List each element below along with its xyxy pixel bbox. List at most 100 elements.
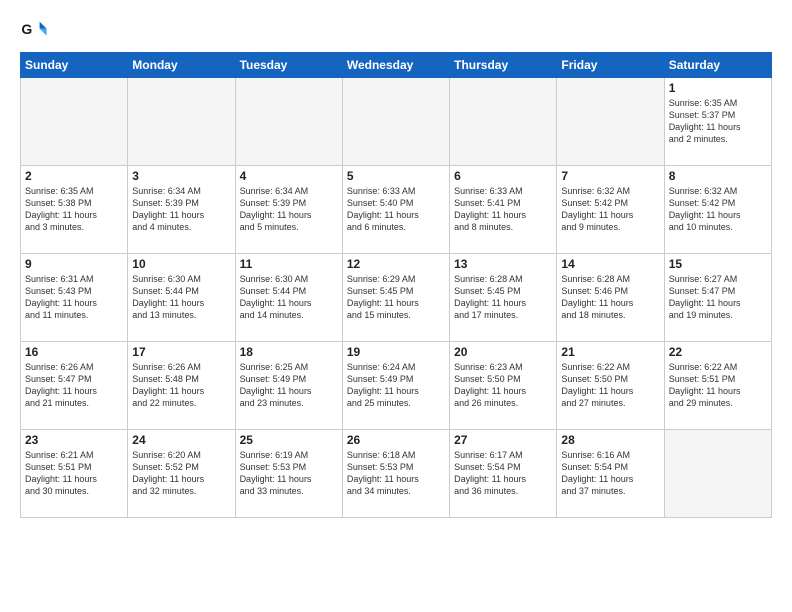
day-info: Sunrise: 6:26 AM Sunset: 5:47 PM Dayligh… <box>25 361 123 410</box>
calendar-cell: 3Sunrise: 6:34 AM Sunset: 5:39 PM Daylig… <box>128 166 235 254</box>
day-info: Sunrise: 6:31 AM Sunset: 5:43 PM Dayligh… <box>25 273 123 322</box>
day-info: Sunrise: 6:16 AM Sunset: 5:54 PM Dayligh… <box>561 449 659 498</box>
day-number: 4 <box>240 169 338 183</box>
calendar-cell: 1 Sunrise: 6:35 AM Sunset: 5:37 PM Daylig… <box>664 78 771 166</box>
day-info: Sunrise: 6:28 AM Sunset: 5:46 PM Dayligh… <box>561 273 659 322</box>
page: G SundayMondayTuesdayWednesdayThursdayFr… <box>0 0 792 612</box>
calendar-cell <box>21 78 128 166</box>
calendar-cell: 18 Sunrise: 6:25 AM Sunset: 5:49 PM Dayli… <box>235 342 342 430</box>
calendar-cell: 4 Sunrise: 6:34 AM Sunset: 5:39 PM Daylig… <box>235 166 342 254</box>
day-info: Sunrise: 6:28 AM Sunset: 5:45 PM Dayligh… <box>454 273 552 322</box>
day-info: Sunrise: 6:25 AM Sunset: 5:49 PM Dayligh… <box>240 361 338 410</box>
calendar-cell: 20 Sunrise: 6:23 AM Sunset: 5:50 PM Dayli… <box>450 342 557 430</box>
calendar-cell: 6 Sunrise: 6:33 AM Sunset: 5:41 PM Daylig… <box>450 166 557 254</box>
calendar-cell: 2 Sunrise: 6:35 AM Sunset: 5:38 PM Daylig… <box>21 166 128 254</box>
day-info: Sunrise: 6:19 AM Sunset: 5:53 PM Dayligh… <box>240 449 338 498</box>
day-number: 28 <box>561 433 659 447</box>
day-info: Sunrise: 6:18 AM Sunset: 5:53 PM Dayligh… <box>347 449 445 498</box>
day-number: 19 <box>347 345 445 359</box>
day-number: 15 <box>669 257 767 271</box>
day-info: Sunrise: 6:34 AM Sunset: 5:39 PM Dayligh… <box>132 185 230 234</box>
calendar-cell <box>664 430 771 518</box>
weekday-header-friday: Friday <box>557 53 664 78</box>
calendar-cell: 21 Sunrise: 6:22 AM Sunset: 5:50 PM Dayli… <box>557 342 664 430</box>
day-info: Sunrise: 6:29 AM Sunset: 5:45 PM Dayligh… <box>347 273 445 322</box>
day-number: 14 <box>561 257 659 271</box>
day-info: Sunrise: 6:30 AM Sunset: 5:44 PM Dayligh… <box>132 273 230 322</box>
logo-icon: G <box>20 16 48 44</box>
calendar-cell <box>235 78 342 166</box>
day-number: 7 <box>561 169 659 183</box>
calendar-cell: 5 Sunrise: 6:33 AM Sunset: 5:40 PM Daylig… <box>342 166 449 254</box>
week-row-3: 9 Sunrise: 6:31 AM Sunset: 5:43 PM Daylig… <box>21 254 772 342</box>
day-number: 5 <box>347 169 445 183</box>
day-number: 27 <box>454 433 552 447</box>
day-number: 9 <box>25 257 123 271</box>
day-info: Sunrise: 6:35 AM Sunset: 5:37 PM Dayligh… <box>669 97 767 146</box>
week-row-1: 1 Sunrise: 6:35 AM Sunset: 5:37 PM Daylig… <box>21 78 772 166</box>
weekday-header-saturday: Saturday <box>664 53 771 78</box>
calendar-header-row: SundayMondayTuesdayWednesdayThursdayFrid… <box>21 53 772 78</box>
day-number: 13 <box>454 257 552 271</box>
weekday-header-wednesday: Wednesday <box>342 53 449 78</box>
day-number: 18 <box>240 345 338 359</box>
calendar-cell: 23 Sunrise: 6:21 AM Sunset: 5:51 PM Dayli… <box>21 430 128 518</box>
week-row-4: 16 Sunrise: 6:26 AM Sunset: 5:47 PM Dayli… <box>21 342 772 430</box>
day-info: Sunrise: 6:32 AM Sunset: 5:42 PM Dayligh… <box>561 185 659 234</box>
logo: G <box>20 16 50 44</box>
calendar-cell: 14 Sunrise: 6:28 AM Sunset: 5:46 PM Dayli… <box>557 254 664 342</box>
day-info: Sunrise: 6:20 AM Sunset: 5:52 PM Dayligh… <box>132 449 230 498</box>
calendar-cell: 26 Sunrise: 6:18 AM Sunset: 5:53 PM Dayli… <box>342 430 449 518</box>
weekday-header-monday: Monday <box>128 53 235 78</box>
week-row-5: 23 Sunrise: 6:21 AM Sunset: 5:51 PM Dayli… <box>21 430 772 518</box>
day-info: Sunrise: 6:33 AM Sunset: 5:40 PM Dayligh… <box>347 185 445 234</box>
calendar-cell: 15 Sunrise: 6:27 AM Sunset: 5:47 PM Dayli… <box>664 254 771 342</box>
day-number: 10 <box>132 257 230 271</box>
day-info: Sunrise: 6:32 AM Sunset: 5:42 PM Dayligh… <box>669 185 767 234</box>
day-number: 11 <box>240 257 338 271</box>
day-info: Sunrise: 6:34 AM Sunset: 5:39 PM Dayligh… <box>240 185 338 234</box>
day-number: 20 <box>454 345 552 359</box>
day-info: Sunrise: 6:22 AM Sunset: 5:50 PM Dayligh… <box>561 361 659 410</box>
calendar-cell: 22 Sunrise: 6:22 AM Sunset: 5:51 PM Dayli… <box>664 342 771 430</box>
calendar-cell: 19 Sunrise: 6:24 AM Sunset: 5:49 PM Dayli… <box>342 342 449 430</box>
day-number: 23 <box>25 433 123 447</box>
day-number: 8 <box>669 169 767 183</box>
day-number: 21 <box>561 345 659 359</box>
day-info: Sunrise: 6:26 AM Sunset: 5:48 PM Dayligh… <box>132 361 230 410</box>
day-info: Sunrise: 6:17 AM Sunset: 5:54 PM Dayligh… <box>454 449 552 498</box>
day-info: Sunrise: 6:21 AM Sunset: 5:51 PM Dayligh… <box>25 449 123 498</box>
day-number: 26 <box>347 433 445 447</box>
calendar-cell: 16 Sunrise: 6:26 AM Sunset: 5:47 PM Dayli… <box>21 342 128 430</box>
calendar-cell <box>557 78 664 166</box>
day-info: Sunrise: 6:33 AM Sunset: 5:41 PM Dayligh… <box>454 185 552 234</box>
day-number: 22 <box>669 345 767 359</box>
header: G <box>20 16 772 44</box>
calendar-cell: 10 Sunrise: 6:30 AM Sunset: 5:44 PM Dayli… <box>128 254 235 342</box>
day-number: 6 <box>454 169 552 183</box>
calendar-cell: 9 Sunrise: 6:31 AM Sunset: 5:43 PM Daylig… <box>21 254 128 342</box>
week-row-2: 2 Sunrise: 6:35 AM Sunset: 5:38 PM Daylig… <box>21 166 772 254</box>
day-info: Sunrise: 6:23 AM Sunset: 5:50 PM Dayligh… <box>454 361 552 410</box>
calendar-cell: 25 Sunrise: 6:19 AM Sunset: 5:53 PM Dayli… <box>235 430 342 518</box>
day-number: 2 <box>25 169 123 183</box>
calendar-cell: 7 Sunrise: 6:32 AM Sunset: 5:42 PM Daylig… <box>557 166 664 254</box>
calendar-cell: 17Sunrise: 6:26 AM Sunset: 5:48 PM Dayli… <box>128 342 235 430</box>
day-info: Sunrise: 6:35 AM Sunset: 5:38 PM Dayligh… <box>25 185 123 234</box>
day-number: 1 <box>669 81 767 95</box>
day-info: Sunrise: 6:30 AM Sunset: 5:44 PM Dayligh… <box>240 273 338 322</box>
calendar-cell: 28 Sunrise: 6:16 AM Sunset: 5:54 PM Dayli… <box>557 430 664 518</box>
weekday-header-sunday: Sunday <box>21 53 128 78</box>
day-info: Sunrise: 6:24 AM Sunset: 5:49 PM Dayligh… <box>347 361 445 410</box>
day-info: Sunrise: 6:27 AM Sunset: 5:47 PM Dayligh… <box>669 273 767 322</box>
calendar-cell: 12Sunrise: 6:29 AM Sunset: 5:45 PM Dayli… <box>342 254 449 342</box>
weekday-header-tuesday: Tuesday <box>235 53 342 78</box>
calendar-cell: 24Sunrise: 6:20 AM Sunset: 5:52 PM Dayli… <box>128 430 235 518</box>
day-info: Sunrise: 6:22 AM Sunset: 5:51 PM Dayligh… <box>669 361 767 410</box>
calendar-cell: 8 Sunrise: 6:32 AM Sunset: 5:42 PM Daylig… <box>664 166 771 254</box>
day-number: 16 <box>25 345 123 359</box>
day-number: 25 <box>240 433 338 447</box>
calendar-cell <box>128 78 235 166</box>
weekday-header-thursday: Thursday <box>450 53 557 78</box>
svg-text:G: G <box>21 21 32 37</box>
